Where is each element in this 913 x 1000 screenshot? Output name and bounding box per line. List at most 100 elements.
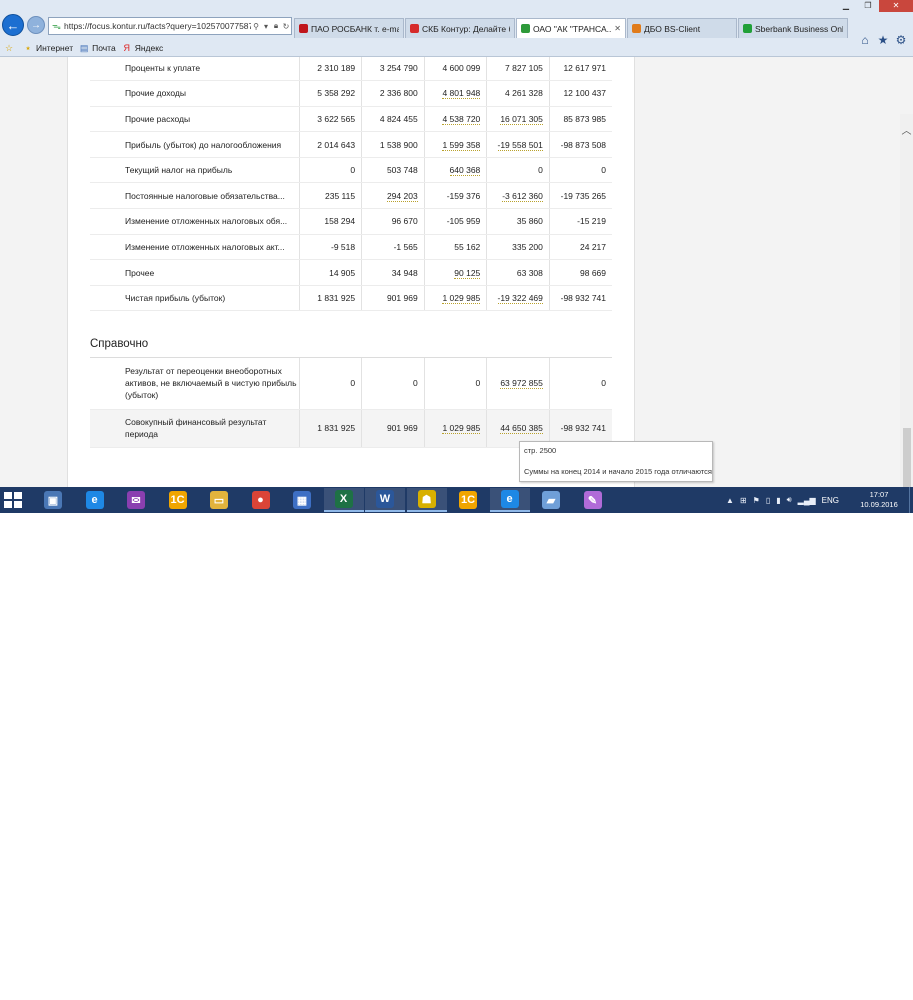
row-label: Чистая прибыль (убыток) xyxy=(90,285,300,312)
value-cell: 1 831 925 xyxy=(299,409,363,448)
value-cell: 640 368 xyxy=(424,157,488,184)
taskbar-app-button[interactable]: ▰ xyxy=(531,488,571,512)
value: 34 948 xyxy=(391,267,418,278)
taskbar-app-button[interactable]: ▦ xyxy=(282,488,322,512)
address-bar[interactable]: ᯓ https://focus.kontur.ru/facts?query=10… xyxy=(48,17,292,35)
page-viewport: Проценты к уплате 2 310 189 3 254 790 4 600… xyxy=(0,57,913,487)
browser-chrome: ▁ ❐ ✕ ← → ᯓ https://focus.kontur.ru/fact… xyxy=(0,0,913,57)
language-indicator[interactable]: ENG xyxy=(822,496,839,505)
paint-icon: ✎ xyxy=(583,491,602,509)
row-label: Изменение отложенных налоговых акт... xyxy=(90,234,300,261)
tray-device-icon[interactable]: ▯ xyxy=(766,496,770,505)
value-with-note[interactable]: 640 368 xyxy=(449,165,481,177)
value-with-note[interactable]: 4 538 720 xyxy=(442,113,481,125)
value-with-note[interactable]: -3 612 360 xyxy=(502,190,543,202)
value-with-note[interactable]: 1 029 985 xyxy=(442,423,481,434)
value-with-note[interactable]: 63 972 855 xyxy=(500,378,543,390)
taskbar-app-button[interactable]: ☗ xyxy=(406,488,447,512)
value-cell: 0 xyxy=(486,157,550,184)
value-with-note[interactable]: 1 029 985 xyxy=(442,293,481,305)
tray-windows-icon[interactable]: ⊞ xyxy=(740,496,747,505)
favorite-internet[interactable]: ⭑ Интернет xyxy=(23,43,74,53)
value: 0 xyxy=(412,378,418,389)
value-with-note[interactable]: 1 599 358 xyxy=(442,139,481,151)
browser-tab[interactable]: ДБО BS-Client xyxy=(627,18,737,38)
home-icon[interactable]: ⌂ xyxy=(857,32,873,48)
address-text[interactable]: https://focus.kontur.ru/facts?query=1025… xyxy=(64,21,251,31)
value: -159 376 xyxy=(446,190,481,201)
refresh-icon[interactable]: ↻ xyxy=(281,22,291,31)
value: 2 014 643 xyxy=(317,139,356,150)
favorite-mail[interactable]: ▤ Почта xyxy=(79,43,116,53)
value-with-note[interactable]: -19 322 469 xyxy=(497,293,543,305)
favorite-yandex[interactable]: Я Яндекс xyxy=(122,43,163,53)
taskbar-app-button[interactable]: ● xyxy=(241,488,281,512)
financial-results-table: Проценты к уплате 2 310 189 3 254 790 4 600… xyxy=(90,57,612,312)
value: 0 xyxy=(350,165,356,176)
maximize-button[interactable]: ❐ xyxy=(857,0,879,12)
taskbar-app-button[interactable]: ✉ xyxy=(116,488,156,512)
volume-icon[interactable]: 🔊︎ xyxy=(787,495,792,505)
value: -19 735 265 xyxy=(560,190,606,201)
tab-label: Sberbank Business Onli... xyxy=(755,23,843,34)
table-row: Проценты к уплате 2 310 189 3 254 790 4 600… xyxy=(90,57,612,82)
ie-icon: e xyxy=(85,491,104,509)
lock-icon[interactable]: 🔒︎ xyxy=(271,21,281,31)
value-cell: -3 612 360 xyxy=(486,182,550,210)
vertical-scrollbar[interactable]: ︿ ﹀ xyxy=(900,114,913,487)
close-tab-icon[interactable]: ✕ xyxy=(614,24,621,33)
browser-tab[interactable]: ОАО "АК "ТРАНСА... ✕ xyxy=(516,18,626,38)
taskbar-app-button[interactable]: W xyxy=(365,488,405,512)
taskbar-app-button[interactable]: 1C xyxy=(448,488,488,512)
forward-button[interactable]: → xyxy=(27,16,45,34)
value: 0 xyxy=(538,165,543,176)
signal-icon[interactable]: ▂▄▆ xyxy=(798,496,816,505)
taskbar-app-button[interactable]: e xyxy=(489,488,530,512)
taskbar-app-button[interactable]: ▭ xyxy=(199,488,239,512)
value-with-note[interactable]: -19 558 501 xyxy=(497,139,543,151)
tray-flag-icon[interactable]: ⚑ xyxy=(753,496,760,505)
value-with-note[interactable]: 16 071 305 xyxy=(500,113,543,125)
taskbar-app-button[interactable]: ✎ xyxy=(573,488,613,512)
navigation-row: ← → ᯓ https://focus.kontur.ru/facts?quer… xyxy=(0,14,913,47)
taskbar-app-button[interactable]: e xyxy=(75,488,115,512)
clock-time: 17:07 xyxy=(869,490,889,499)
back-button[interactable]: ← xyxy=(2,14,24,36)
value: 1 831 925 xyxy=(317,423,356,433)
tab-favicon-icon xyxy=(743,24,752,33)
search-icon[interactable]: ⚲ xyxy=(251,22,261,31)
show-desktop-button[interactable] xyxy=(909,487,913,513)
browser-tab[interactable]: Sberbank Business Onli... xyxy=(738,18,848,38)
value-with-note[interactable]: 44 650 385 xyxy=(500,423,543,434)
tray-expand-icon[interactable]: ▲ xyxy=(726,496,734,505)
browser-tab[interactable]: СКБ Контур: Делайте б... xyxy=(405,18,515,38)
value: -98 932 741 xyxy=(560,423,606,433)
value-with-note[interactable]: 90 125 xyxy=(454,267,481,279)
window-controls: ▁ ❐ ✕ xyxy=(835,0,913,12)
value-with-note[interactable]: 294 203 xyxy=(386,190,418,202)
browser-tab[interactable]: ПАО РОСБАНК т. e-ma... xyxy=(294,18,404,38)
value-cell: 0 xyxy=(549,157,612,184)
value-cell: -159 376 xyxy=(424,182,488,210)
dropdown-icon[interactable]: ▾ xyxy=(261,22,271,31)
value-with-note[interactable]: 4 801 948 xyxy=(442,88,481,100)
forward-arrow-icon: → xyxy=(31,19,41,31)
start-button[interactable] xyxy=(4,492,24,508)
favorites-star-icon[interactable]: ★ xyxy=(875,32,891,48)
table-row: Изменение отложенных налоговых обя... 158… xyxy=(90,208,612,235)
taskbar-app-button[interactable]: ▣ xyxy=(33,488,73,512)
scroll-thumb[interactable] xyxy=(903,428,911,487)
scroll-up-icon[interactable]: ︿ xyxy=(900,122,913,137)
tray-network-icon[interactable]: ▮ xyxy=(776,496,780,505)
minimize-button[interactable]: ▁ xyxy=(835,0,857,12)
taskbar-app-button[interactable]: 1C xyxy=(158,488,198,512)
favorites-add-button[interactable]: ☆ xyxy=(4,43,17,53)
value: -98 932 741 xyxy=(560,293,606,304)
close-window-button[interactable]: ✕ xyxy=(879,0,913,12)
clock[interactable]: 17:07 10.09.2016 xyxy=(853,490,905,510)
value: -9 518 xyxy=(330,241,356,252)
taskbar-app-button[interactable]: X xyxy=(323,488,364,512)
value: 24 217 xyxy=(580,241,606,252)
value-cell: 4 801 948 xyxy=(424,80,488,107)
settings-gear-icon[interactable]: ⚙ xyxy=(893,32,909,48)
